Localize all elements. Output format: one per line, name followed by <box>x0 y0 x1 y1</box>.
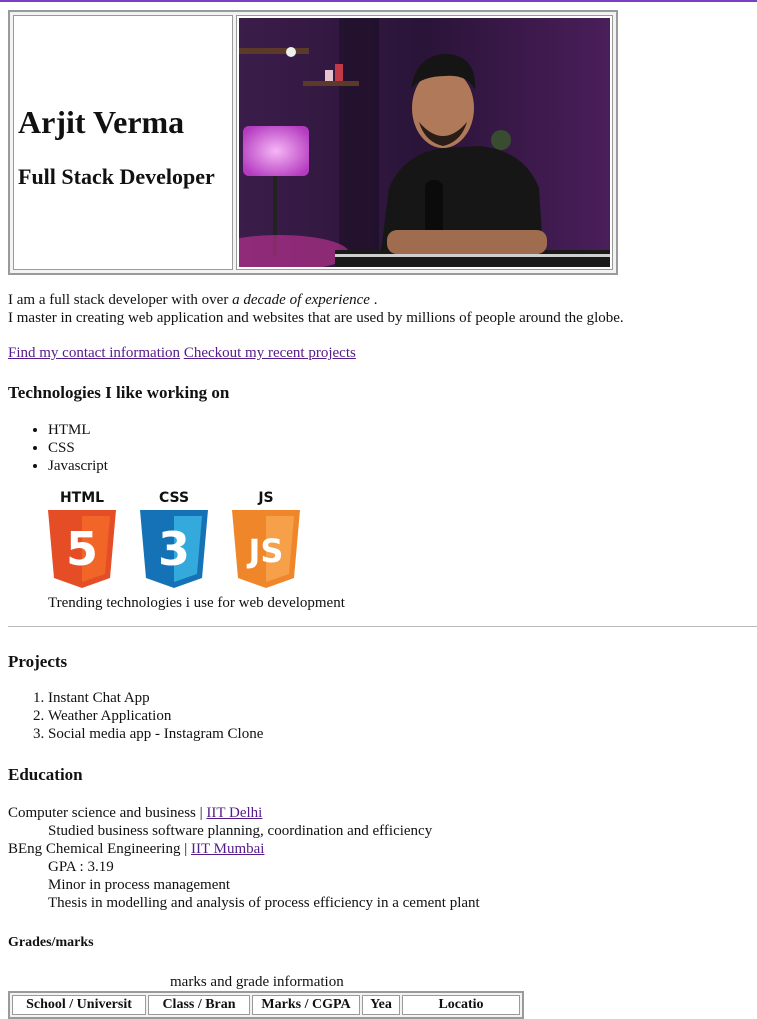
education-detail: Studied business software planning, coor… <box>48 823 433 839</box>
html-logo-glyph: 5 <box>66 522 98 576</box>
list-item: CSS <box>48 439 108 457</box>
css-logo-glyph: 3 <box>158 522 190 576</box>
education-entry: BEng Chemical Engineering | IIT Mumbai <box>8 840 480 858</box>
grades-table-caption: marks and grade information <box>170 974 344 990</box>
header-photo-cell <box>236 15 613 270</box>
section-divider <box>8 626 757 627</box>
nav-links: Find my contact information Checkout my … <box>8 344 356 362</box>
education-detail: Thesis in modelling and analysis of proc… <box>48 895 480 911</box>
list-item: Javascript <box>48 457 108 475</box>
list-item: Instant Chat App <box>48 689 263 707</box>
javascript-logo-icon: JS JS <box>232 490 300 588</box>
header-name-cell: Arjit Verma Full Stack Developer <box>13 15 233 270</box>
css3-logo-icon: CSS 3 <box>140 490 208 588</box>
column-header: Yea <box>362 995 400 1015</box>
intro-line-2: I master in creating web application and… <box>8 310 624 326</box>
technologies-list: HTML CSS Javascript <box>48 421 108 475</box>
column-header: Marks / CGPA <box>252 995 360 1015</box>
grades-table: School / Universit Class / Bran Marks / … <box>8 991 524 1019</box>
education-list: Computer science and business | IIT Delh… <box>8 804 480 912</box>
column-header: School / Universit <box>12 995 146 1015</box>
column-header: Class / Bran <box>148 995 250 1015</box>
intro-paragraph: I am a full stack developer with over a … <box>8 291 624 327</box>
profile-photo <box>239 18 610 267</box>
column-header: Locatio <box>402 995 520 1015</box>
intro-text-end: . <box>369 292 378 308</box>
education-detail: Minor in process management <box>48 877 231 893</box>
degree-label: BEng Chemical Engineering | <box>8 841 191 857</box>
intro-text-start: I am a full stack developer with over <box>8 292 233 308</box>
list-item: Weather Application <box>48 707 263 725</box>
education-heading: Education <box>8 765 83 784</box>
degree-label: Computer science and business | <box>8 805 207 821</box>
js-logo-glyph: JS <box>247 532 284 570</box>
school-link-iit-mumbai[interactable]: IIT Mumbai <box>191 841 264 857</box>
css-logo-label: CSS <box>159 490 189 506</box>
js-logo-label: JS <box>257 490 273 506</box>
education-entry: Computer science and business | IIT Delh… <box>8 804 480 822</box>
window-accent-bar <box>0 0 757 2</box>
contact-link[interactable]: Find my contact information <box>8 345 180 361</box>
technologies-heading: Technologies I like working on <box>8 383 230 402</box>
logos-caption: Trending technologies i use for web deve… <box>48 595 345 611</box>
projects-heading: Projects <box>8 652 68 671</box>
education-detail: GPA : 3.19 <box>48 859 114 875</box>
profile-name: Arjit Verma <box>18 104 185 140</box>
list-item: HTML <box>48 421 108 439</box>
school-link-iit-delhi[interactable]: IIT Delhi <box>206 805 262 821</box>
profile-role: Full Stack Developer <box>18 164 215 189</box>
grades-heading: Grades/marks <box>8 935 94 950</box>
html5-logo-icon: HTML 5 <box>48 490 116 588</box>
header-table: Arjit Verma Full Stack Developer <box>8 10 618 275</box>
list-item: Social media app - Instagram Clone <box>48 725 263 743</box>
projects-list: Instant Chat App Weather Application Soc… <box>48 689 263 743</box>
intro-emphasis: a decade of experience <box>232 292 370 308</box>
table-header-row: School / Universit Class / Bran Marks / … <box>12 995 520 1015</box>
html-logo-label: HTML <box>60 490 104 506</box>
projects-link[interactable]: Checkout my recent projects <box>184 345 356 361</box>
